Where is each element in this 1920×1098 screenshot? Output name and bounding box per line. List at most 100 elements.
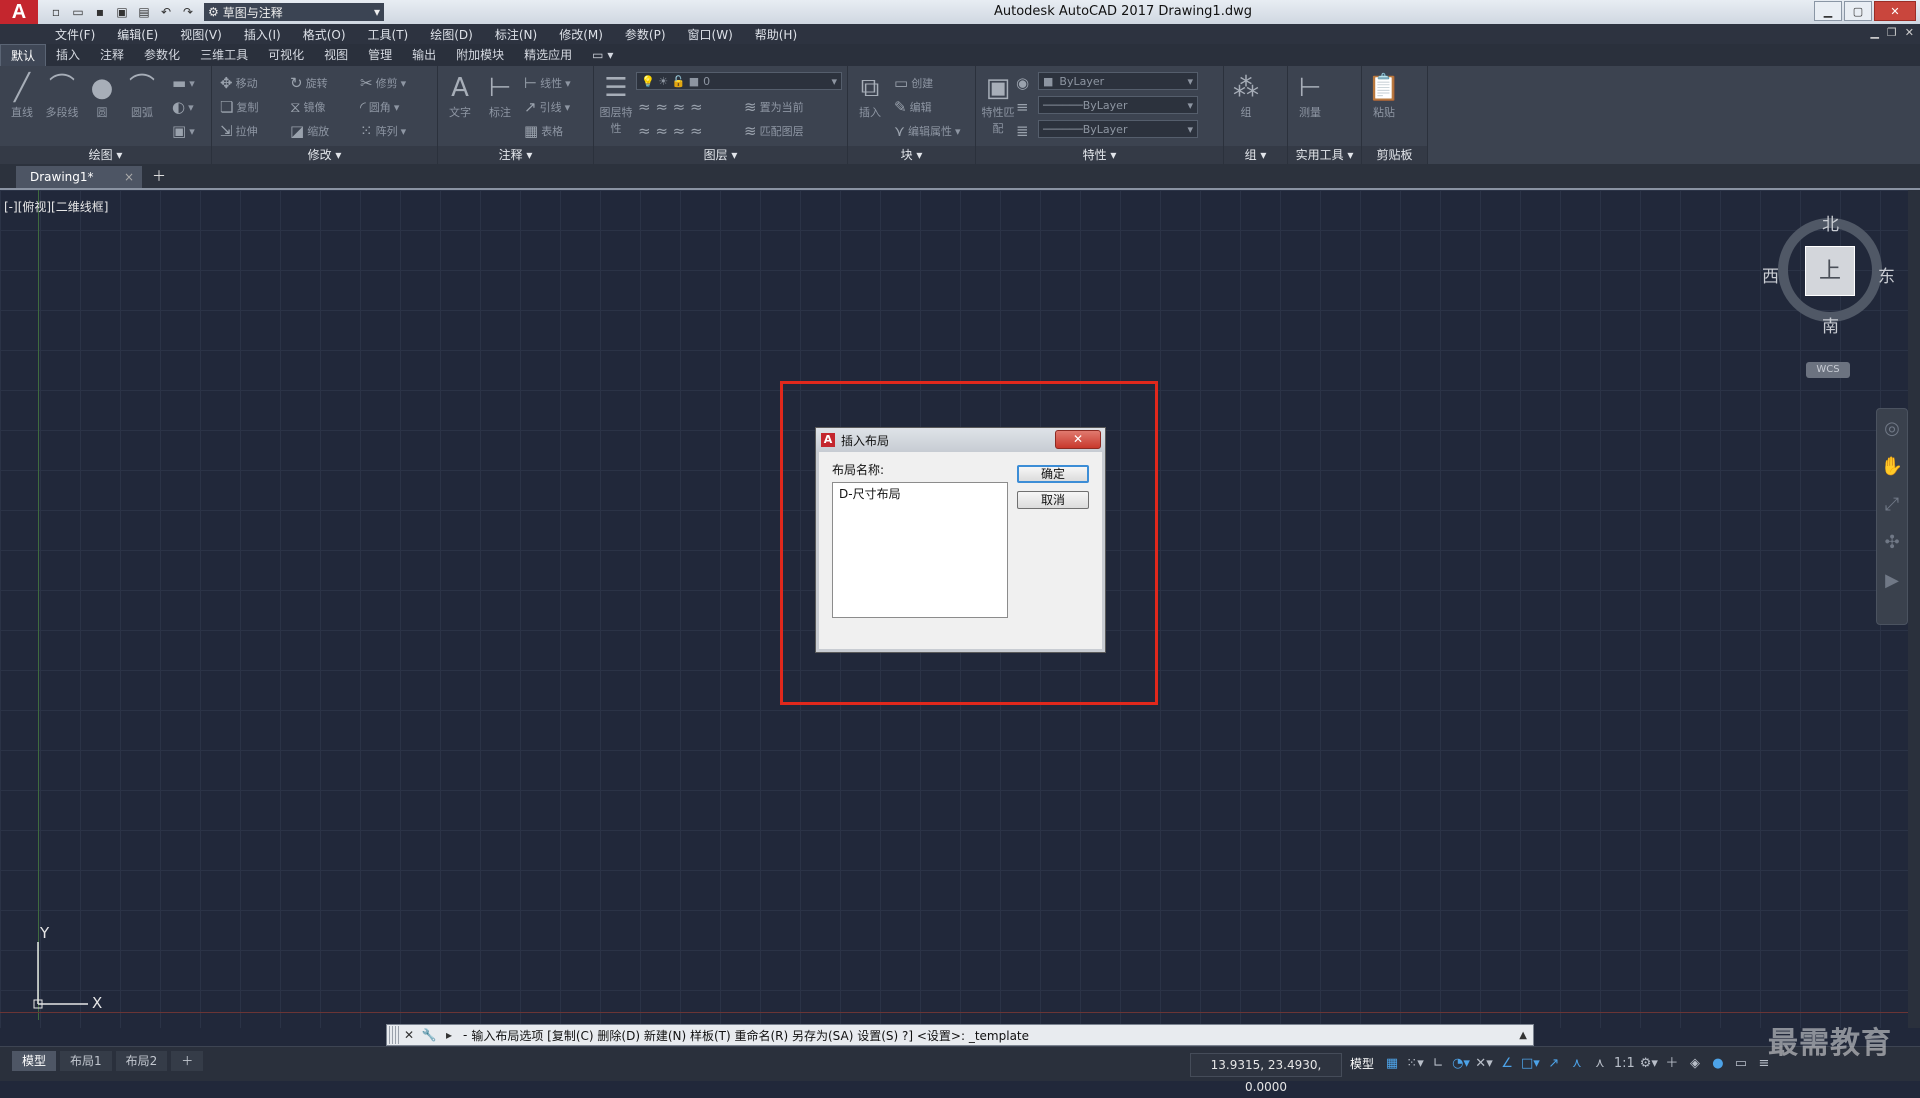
tool-mirror[interactable]: ⧖ 镜像: [290, 98, 326, 116]
clean-screen-icon[interactable]: ▭: [1732, 1053, 1750, 1075]
isolate-objects-icon[interactable]: ●: [1709, 1053, 1727, 1075]
layer-tools-row1[interactable]: ≈ ≈ ≈ ≈: [638, 98, 703, 116]
save-as-icon[interactable]: ▣: [114, 4, 130, 20]
menu-format[interactable]: 格式(O): [292, 26, 357, 43]
tool-copy[interactable]: ❏ 复制: [220, 98, 258, 116]
autocad-logo[interactable]: A: [0, 0, 38, 24]
tool-insert-block[interactable]: ⧉ 插入: [852, 72, 888, 120]
doc-restore-icon[interactable]: ❐: [1887, 26, 1897, 39]
panel-layers-title[interactable]: 图层 ▾: [594, 146, 847, 164]
tab-manage[interactable]: 管理: [358, 44, 402, 66]
tool-text[interactable]: A 文字: [442, 72, 478, 120]
ok-button[interactable]: 确定: [1017, 465, 1089, 483]
tool-trim[interactable]: ✂ 修剪 ▾: [360, 74, 406, 92]
command-grip[interactable]: [389, 1026, 399, 1044]
annotation-visibility-icon[interactable]: ⋏: [1568, 1053, 1586, 1075]
menu-view[interactable]: 视图(V): [169, 26, 233, 43]
tool-fillet[interactable]: ◜ 圆角 ▾: [360, 98, 399, 116]
region-icon[interactable]: ▣ ▾: [172, 122, 195, 140]
tab-insert[interactable]: 插入: [46, 44, 90, 66]
tool-dimension[interactable]: ⊢ 标注: [482, 72, 518, 120]
menu-parametric[interactable]: 参数(P): [614, 26, 677, 43]
tool-stretch[interactable]: ⇲ 拉伸: [220, 122, 258, 140]
isodraft-icon[interactable]: ✕▾: [1475, 1053, 1493, 1075]
menu-edit[interactable]: 编辑(E): [106, 26, 169, 43]
model-space-button[interactable]: 模型: [1346, 1053, 1378, 1075]
hatch-icon[interactable]: ◐ ▾: [172, 98, 194, 116]
tool-group[interactable]: ⁂ 组: [1228, 72, 1264, 120]
tab-view[interactable]: 视图: [314, 44, 358, 66]
dialog-close-button[interactable]: ✕: [1055, 430, 1101, 449]
open-file-icon[interactable]: ▭: [70, 4, 86, 20]
panel-properties-title[interactable]: 特性 ▾: [976, 146, 1223, 164]
tool-table[interactable]: ▦ 表格: [524, 122, 563, 140]
tool-rotate[interactable]: ↻ 旋转: [290, 74, 328, 92]
panel-block-title[interactable]: 块 ▾: [848, 146, 975, 164]
annotation-scale[interactable]: 1:1: [1614, 1053, 1635, 1075]
wcs-menu[interactable]: WCS: [1806, 362, 1850, 378]
menu-modify[interactable]: 修改(M): [548, 26, 614, 43]
tool-edit-attributes[interactable]: ⋎ 编辑属性 ▾: [894, 122, 961, 140]
tool-set-current[interactable]: ≋ 置为当前: [744, 98, 804, 116]
new-file-icon[interactable]: ▫: [48, 4, 64, 20]
steering-wheel-icon[interactable]: ◎: [1877, 409, 1907, 447]
coordinates-display[interactable]: 13.9315, 23.4930, 0.0000: [1190, 1053, 1342, 1094]
compass-west[interactable]: 西: [1762, 262, 1779, 287]
menu-tools[interactable]: 工具(T): [357, 26, 420, 43]
compass-south[interactable]: 南: [1822, 312, 1839, 337]
tool-arc[interactable]: ⌒ 圆弧: [124, 72, 160, 120]
hardware-acceleration-icon[interactable]: ◈: [1686, 1053, 1704, 1075]
workspace-select[interactable]: ⚙ 草图与注释 ▾: [204, 3, 384, 21]
tab-annotate[interactable]: 注释: [90, 44, 134, 66]
menu-dimension[interactable]: 标注(N): [484, 26, 548, 43]
tab-featured-apps[interactable]: 精选应用: [514, 44, 582, 66]
polar-icon[interactable]: ◔▾: [1452, 1053, 1470, 1075]
tool-line[interactable]: ╱ 直线: [4, 72, 40, 120]
orbit-icon[interactable]: ✣: [1877, 523, 1907, 561]
menu-file[interactable]: 文件(F): [44, 26, 106, 43]
tool-edit-block[interactable]: ✎ 编辑: [894, 98, 932, 116]
command-line[interactable]: ✕ 🔧 ▸ - 输入布局选项 [复制(C) 删除(D) 新建(N) 样板(T) …: [386, 1024, 1534, 1046]
tool-circle[interactable]: ● 圆: [84, 72, 120, 120]
menu-insert[interactable]: 插入(I): [233, 26, 292, 43]
print-icon[interactable]: ▤: [136, 4, 152, 20]
layout-list[interactable]: D-尺寸布局: [832, 482, 1008, 618]
tool-match-layer[interactable]: ≋ 匹配图层: [744, 122, 804, 140]
color-dropdown[interactable]: ■ ByLayer ▾: [1038, 72, 1198, 90]
tool-measure[interactable]: ⊢ 测量: [1292, 72, 1328, 120]
undo-icon[interactable]: ↶: [158, 4, 174, 20]
doc-minimize-icon[interactable]: ▁: [1870, 26, 1878, 39]
snap-icon[interactable]: ⁙▾: [1406, 1053, 1424, 1075]
tool-match-properties[interactable]: ▣ 特性匹配: [980, 72, 1016, 136]
close-icon[interactable]: ×: [124, 170, 134, 184]
tab-visualize[interactable]: 可视化: [258, 44, 314, 66]
ortho-icon[interactable]: ∟: [1429, 1053, 1447, 1075]
rectangle-icon[interactable]: ▬ ▾: [172, 74, 195, 92]
tool-create-block[interactable]: ▭ 创建: [894, 74, 933, 92]
grid-icon[interactable]: ▦: [1383, 1053, 1401, 1075]
plus-icon[interactable]: ＋: [1663, 1053, 1681, 1075]
cancel-button[interactable]: 取消: [1017, 491, 1089, 509]
tool-leader[interactable]: ↗ 引线 ▾: [524, 98, 570, 116]
zoom-icon[interactable]: ⤢: [1877, 485, 1907, 523]
menu-window[interactable]: 窗口(W): [677, 26, 744, 43]
dialog-titlebar[interactable]: A 插入布局 ✕: [816, 428, 1105, 452]
compass-east[interactable]: 东: [1878, 262, 1895, 287]
panel-utilities-title[interactable]: 实用工具 ▾: [1288, 146, 1361, 164]
tool-array[interactable]: ⁙ 阵列 ▾: [360, 122, 406, 140]
panel-groups-title[interactable]: 组 ▾: [1224, 146, 1287, 164]
tab-3d-tools[interactable]: 三维工具: [190, 44, 258, 66]
menu-help[interactable]: 帮助(H): [744, 26, 808, 43]
showmotion-icon[interactable]: ▶: [1877, 561, 1907, 599]
object-snap-tracking-icon[interactable]: ∠: [1498, 1053, 1516, 1075]
close-icon[interactable]: ✕: [399, 1028, 419, 1042]
tab-layout2[interactable]: 布局2: [115, 1051, 168, 1071]
maximize-button[interactable]: ▢: [1844, 1, 1872, 21]
layer-tools-row2[interactable]: ≈ ≈ ≈ ≈: [638, 122, 703, 140]
panel-draw-title[interactable]: 绘图 ▾: [0, 146, 211, 164]
panel-modify-title[interactable]: 修改 ▾: [212, 146, 437, 164]
lineweight-dropdown[interactable]: ────── ByLayer ▾: [1038, 120, 1198, 138]
list-item[interactable]: D-尺寸布局: [839, 485, 1001, 502]
tab-model[interactable]: 模型: [12, 1051, 57, 1071]
tab-parametric[interactable]: 参数化: [134, 44, 190, 66]
